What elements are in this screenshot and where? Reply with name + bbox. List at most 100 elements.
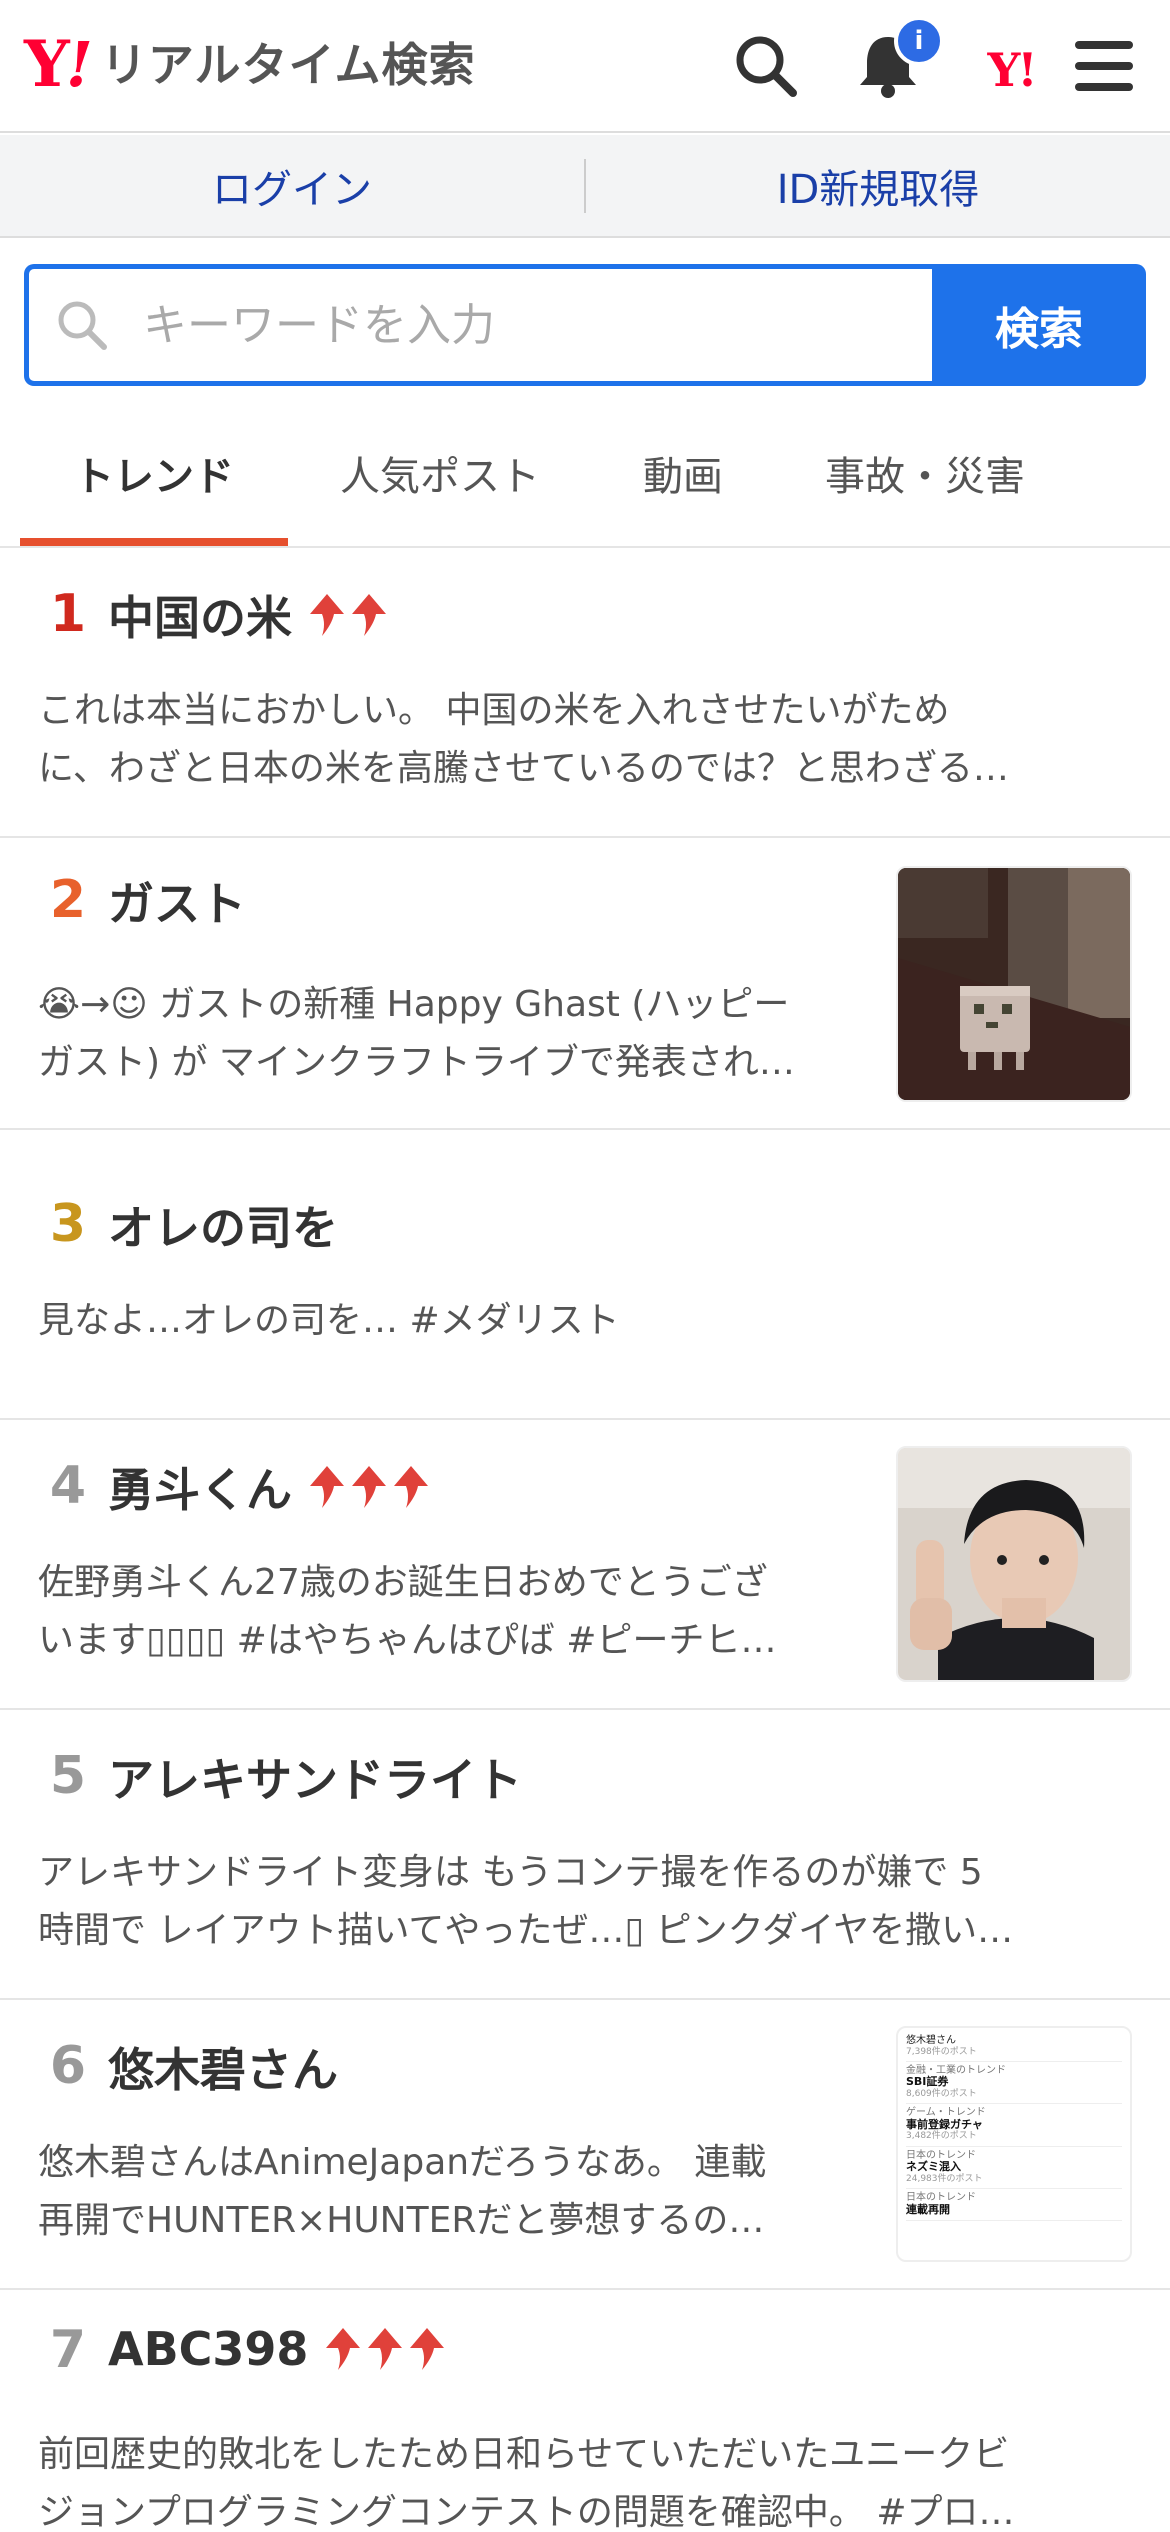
menu-icon[interactable] — [1066, 28, 1142, 104]
trend-item-6[interactable]: 6 悠木碧さん 悠木碧さんはAnimeJapanだろうなあ。 連載 再開でHUN… — [0, 2000, 1170, 2290]
trend-description: これは本当におかしい。 中国の米を入れさせたいがため に、わざと日本の米を高騰さ… — [38, 682, 1138, 798]
search-button[interactable]: 検索 — [932, 264, 1146, 386]
search-form: 検索 — [24, 264, 1146, 386]
rising-arrow-icon — [394, 1466, 428, 1508]
trend-description: 😭→☺ ガストの新種 Happy Ghast (ハッピー ガスト) が マインク… — [38, 976, 878, 1092]
trend-description: 佐野勇斗くん27歳のお誕生日おめでとうござ います▯▯▯▯ #はやちゃんはぴば … — [38, 1554, 878, 1670]
rising-arrows — [324, 2326, 450, 2372]
trend-description: 見なよ…オレの司を… #メダリスト — [38, 1292, 1138, 1350]
category-tabs: トレンド 人気ポスト 動画 事故・災害 — [0, 400, 1170, 548]
tab-trend[interactable]: トレンド — [20, 400, 288, 546]
trend-title-row: 悠木碧さん — [108, 2034, 338, 2100]
search-input[interactable] — [143, 299, 843, 351]
trend-description-line: これは本当におかしい。 中国の米を入れさせたいがため — [38, 690, 950, 731]
screenshot-trend-name: 連載再開 — [906, 2202, 950, 2216]
screenshot-trend-count: 7,398件のポスト — [906, 2046, 977, 2057]
trend-title-row: ABC398 — [108, 2322, 450, 2376]
bell-icon[interactable]: i — [850, 16, 944, 104]
yahoo-mark: Y! — [987, 43, 1037, 97]
trend-rank: 3 — [49, 1194, 87, 1254]
trend-rank: 2 — [49, 870, 87, 930]
rising-arrow-icon — [310, 594, 344, 636]
trend-item-4[interactable]: 4 勇斗くん 佐野勇斗くん27歳のお誕生日おめでとうござ います▯▯▯▯ #はや… — [0, 1420, 1170, 1710]
trend-description-line: 見なよ…オレの司を… #メダリスト — [38, 1300, 620, 1341]
search-box[interactable] — [24, 264, 932, 386]
minecraft-ghast-thumbnail[interactable] — [896, 866, 1132, 1102]
app-header: Y ! リアルタイム検索 i Y! — [0, 0, 1170, 133]
rising-arrows — [308, 1464, 434, 1510]
screenshot-trend-rows: 悠木碧さん 7,398件のポスト 金融・工業のトレンド SBI証券 8,609件のポスト… — [906, 2032, 1122, 2222]
tab-videos[interactable]: 動画 — [598, 400, 768, 546]
screenshot-trend-count: 8,609件のポスト — [906, 2088, 977, 2099]
rising-arrow-icon — [410, 2328, 445, 2370]
trend-item-7[interactable]: 7 ABC398 前回歴史的敗北をしたため日和らせていただいたユニークビ ジョン… — [0, 2290, 1170, 2532]
trend-title: アレキサンドライト — [108, 1753, 522, 1807]
rising-arrow-icon — [352, 1466, 386, 1508]
logo-bang: ! — [65, 28, 93, 101]
trend-title: 中国の米 — [108, 591, 292, 645]
trend-description-line: 佐野勇斗くん27歳のお誕生日おめでとうござ — [38, 1562, 768, 1603]
trend-description-line: 時間で レイアウト描いてやったぜ…▯ ピンクダイヤを撒い… — [38, 1910, 1014, 1951]
trend-title: オレの司を — [108, 1201, 338, 1255]
trend-description: アレキサンドライト変身は もうコンテ撮を作るのが嫌で 5 時間で レイアウト描い… — [38, 1844, 1138, 1960]
trend-rank: 7 — [49, 2320, 87, 2380]
trend-rank: 5 — [49, 1746, 87, 1806]
trend-description-line: に、わざと日本の米を高騰させているのでは？と思わざる… — [38, 748, 1009, 789]
screenshot-trend-row: 日本のトレンド 連載再開 — [906, 2189, 1122, 2222]
trend-title: ガスト — [108, 877, 246, 931]
login-bar: ログイン ID新規取得 — [0, 135, 1170, 238]
rising-arrow-icon — [368, 2328, 403, 2370]
yahoo-realtime-logo[interactable]: Y ! リアルタイム検索 — [24, 30, 476, 100]
trend-title: 悠木碧さん — [108, 2043, 338, 2097]
trend-description: 前回歴史的敗北をしたため日和らせていただいたユニークビ ジョンプログラミングコン… — [38, 2426, 1148, 2532]
search-icon[interactable] — [728, 28, 804, 104]
rising-arrow-icon — [352, 594, 386, 636]
register-link[interactable]: ID新規取得 — [586, 135, 1170, 236]
notification-badge: i — [894, 16, 944, 66]
tab-popular-posts[interactable]: 人気ポスト — [300, 400, 580, 546]
trend-item-3[interactable]: 3 オレの司を 見なよ…オレの司を… #メダリスト — [0, 1130, 1170, 1420]
screenshot-trend-name: SBI証券 — [906, 2075, 949, 2089]
tab-accidents-disasters[interactable]: 事故・災害 — [790, 400, 1060, 546]
trend-title: 勇斗くん — [108, 1463, 292, 1517]
trend-rank: 1 — [49, 584, 87, 644]
screenshot-trend-category: 悠木碧さん — [906, 2035, 956, 2046]
trend-title-row: ガスト — [108, 868, 246, 934]
screenshot-trend-row: ゲーム・トレンド 事前登録ガチャ 3,482件のポスト — [906, 2104, 1122, 2147]
trend-item-2[interactable]: 2 ガスト 😭→☺ ガストの新種 Happy Ghast (ハッピー ガスト) … — [0, 840, 1170, 1130]
trend-list-screenshot-thumbnail[interactable]: 悠木碧さん 7,398件のポスト 金融・工業のトレンド SBI証券 8,609件のポスト… — [896, 2026, 1132, 2262]
trend-rank: 4 — [49, 1456, 87, 1516]
trend-description-line: 前回歴史的敗北をしたため日和らせていただいたユニークビ — [38, 2434, 1010, 2475]
trend-title: ABC398 — [108, 2322, 309, 2376]
trend-description: 悠木碧さんはAnimeJapanだろうなあ。 連載 再開でHUNTER×HUNT… — [38, 2134, 878, 2250]
rising-arrow-icon — [326, 2328, 361, 2370]
trend-description-line: アレキサンドライト変身は もうコンテ撮を作るのが嫌で 5 — [38, 1852, 983, 1893]
screenshot-trend-row: 金融・工業のトレンド SBI証券 8,609件のポスト — [906, 2062, 1122, 2105]
screenshot-trend-name: ネズミ混入 — [906, 2160, 961, 2174]
logo-y: Y — [24, 27, 70, 102]
screenshot-trend-name: 事前登録ガチャ — [906, 2117, 983, 2131]
person-photo-thumbnail[interactable] — [896, 1446, 1132, 1682]
trend-rank: 6 — [49, 2036, 87, 2096]
search-input-icon — [37, 297, 127, 353]
active-tab-indicator — [20, 538, 288, 546]
screenshot-trend-row: 日本のトレンド ネズミ混入 24,983件のポスト — [906, 2147, 1122, 2190]
rising-arrows — [308, 592, 392, 638]
trend-description-line: 悠木碧さんはAnimeJapanだろうなあ。 連載 — [38, 2142, 767, 2183]
logo-text: リアルタイム検索 — [100, 38, 476, 92]
trend-description-line: 😭→☺ ガストの新種 Happy Ghast (ハッピー — [38, 984, 790, 1025]
trend-title-row: 中国の米 — [108, 582, 392, 648]
screenshot-trend-count: 24,983件のポスト — [906, 2173, 983, 2184]
screenshot-trend-count: 3,482件のポスト — [906, 2131, 977, 2142]
trend-description-line: います▯▯▯▯ #はやちゃんはぴば #ピーチヒ… — [38, 1620, 777, 1661]
trend-description-line: ガスト) が マインクラフトライブで発表され… — [38, 1042, 795, 1083]
trend-title-row: オレの司を — [108, 1192, 338, 1258]
login-link[interactable]: ログイン — [0, 135, 584, 236]
screenshot-trend-row: 悠木碧さん 7,398件のポスト — [906, 2032, 1122, 2062]
trend-description-line: ジョンプログラミングコンテストの問題を確認中。 #プロ… — [38, 2492, 1015, 2532]
trend-item-1[interactable]: 1 中国の米 これは本当におかしい。 中国の米を入れさせたいがため に、わざと日… — [0, 548, 1170, 838]
trend-title-row: 勇斗くん — [108, 1454, 434, 1520]
trend-description-line: 再開でHUNTER×HUNTERだと夢想するの… — [38, 2200, 765, 2241]
trend-item-5[interactable]: 5 アレキサンドライト アレキサンドライト変身は もうコンテ撮を作るのが嫌で 5… — [0, 1710, 1170, 2000]
yahoo-logo[interactable]: Y! — [966, 32, 1056, 108]
